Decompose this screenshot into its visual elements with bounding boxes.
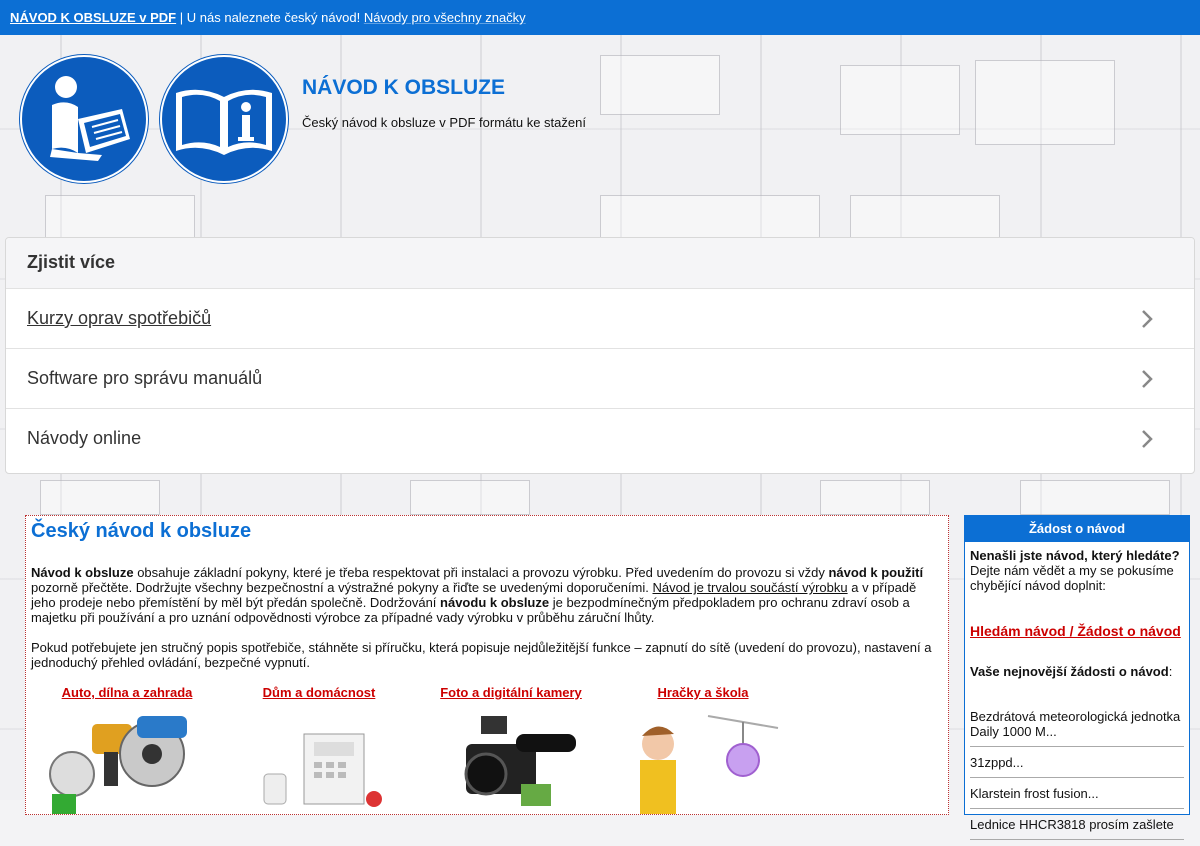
request-item[interactable]: Lednice HHCR3818 prosím zašlete [970, 809, 1184, 840]
all-brands-link[interactable]: Návody pro všechny značky [364, 10, 526, 25]
topbar-tagline: U nás naleznete český návod! [186, 10, 361, 25]
site-title[interactable]: NÁVOD K OBSLUZE [302, 76, 505, 100]
paragraph-text: obsahuje základní pokyny, které je třeba… [133, 565, 829, 580]
intro-paragraph: Návod k obsluze obsahuje základní pokyny… [31, 565, 943, 625]
category-toys: Hračky a škola [607, 685, 799, 825]
page-title: Český návod k obsluze [31, 520, 252, 542]
chevron-right-icon [1142, 369, 1153, 388]
manual-part-link[interactable]: Návod je trvalou součástí výrobku [653, 580, 848, 595]
top-bar: NÁVOD K OBSLUZE v PDF | U nás naleznete … [0, 0, 1200, 35]
main-content: Český návod k obsluze Návod k obsluze ob… [25, 515, 949, 815]
more-item-label: Kurzy oprav spotřebičů [27, 308, 212, 328]
more-item-online-manuals[interactable]: Návody online [6, 408, 1194, 468]
tools-image[interactable] [42, 704, 212, 814]
category-auto: Auto, dílna a zahrada [31, 685, 223, 825]
topbar-separator: | [179, 10, 184, 25]
toy-drone-image[interactable] [618, 704, 788, 814]
category-link[interactable]: Hračky a škola [607, 685, 799, 700]
sidebar-heading: Žádost o návod [965, 516, 1189, 542]
camera-image[interactable] [426, 704, 596, 814]
sidebar-intro-text: Dejte nám vědět a my se pokusíme chybějí… [970, 563, 1174, 593]
bold-term: návodu k obsluze [440, 595, 550, 610]
learn-more-heading: Zjistit více [6, 238, 1194, 288]
site-subtitle: Český návod k obsluze v PDF formátu ke s… [302, 115, 586, 130]
sidebar-intro: Nenašli jste návod, který hledáte? Dejte… [970, 548, 1184, 593]
more-item-label: Software pro správu manuálů [27, 368, 263, 388]
site-header: NÁVOD K OBSLUZE Český návod k obsluze v … [0, 35, 1200, 235]
sidebar-intro-bold: Nenašli jste návod, který hledáte? [970, 548, 1180, 563]
brand-link[interactable]: NÁVOD K OBSLUZE v PDF [10, 10, 176, 25]
sidebar-body: Nenašli jste návod, který hledáte? Dejte… [965, 542, 1189, 846]
reading-manual-icon[interactable] [20, 55, 148, 183]
category-photo: Foto a digitální kamery [415, 685, 607, 825]
learn-more-panel: Zjistit více Kurzy oprav spotřebičů Soft… [5, 237, 1195, 474]
more-item-label: Návody online [27, 428, 142, 448]
latest-requests-label: Vaše nejnovější žádosti o návod: [970, 664, 1184, 679]
more-item-repair-courses[interactable]: Kurzy oprav spotřebičů [6, 288, 1194, 348]
category-link[interactable]: Auto, dílna a zahrada [31, 685, 223, 700]
summary-paragraph: Pokud potřebujete jen stručný popis spot… [31, 640, 932, 670]
request-item[interactable]: Klarstein frost fusion... [970, 778, 1184, 809]
category-list: Auto, dílna a zahrada Dům a domácnost Fo… [31, 685, 943, 825]
category-link[interactable]: Foto a digitální kamery [415, 685, 607, 700]
chevron-right-icon [1142, 429, 1153, 448]
category-link[interactable]: Dům a domácnost [223, 685, 415, 700]
alarm-system-image[interactable] [234, 704, 404, 814]
request-item[interactable]: 31zppd... [970, 747, 1184, 778]
latest-requests-heading: Vaše nejnovější žádosti o návod [970, 664, 1169, 679]
more-item-manual-software[interactable]: Software pro správu manuálů [6, 348, 1194, 408]
bold-term: Návod k obsluze [31, 565, 134, 580]
request-item[interactable]: Bezdrátová meteorologická jednotka Daily… [970, 701, 1184, 747]
paragraph-text: pozorně přečtěte. Dodržujte všechny bezp… [31, 580, 653, 595]
chevron-right-icon [1142, 309, 1153, 328]
info-book-icon[interactable] [160, 55, 288, 183]
request-manual-link[interactable]: Hledám návod / Žádost o návod [970, 624, 1184, 639]
bold-term: návod k použití [828, 565, 924, 580]
category-home: Dům a domácnost [223, 685, 415, 825]
latest-requests-colon: : [1168, 664, 1173, 679]
request-sidebar: Žádost o návod Nenašli jste návod, který… [964, 515, 1190, 840]
